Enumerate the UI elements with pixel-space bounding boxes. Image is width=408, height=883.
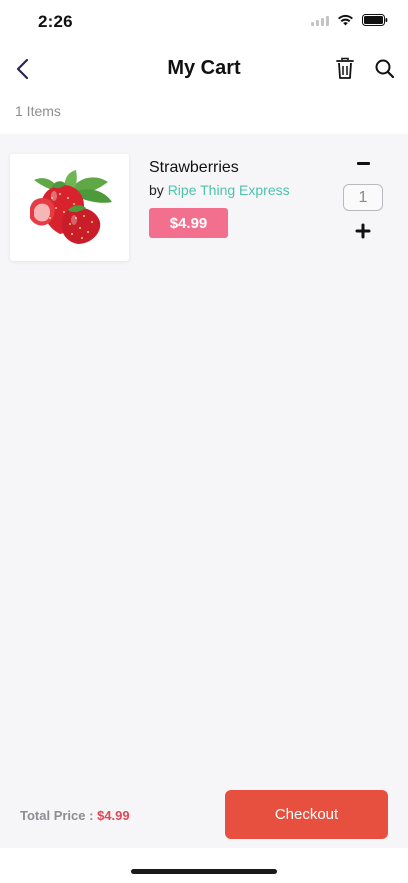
strawberries-image <box>29 169 112 244</box>
seller-by-label: by <box>149 182 164 198</box>
search-button[interactable] <box>374 58 396 80</box>
trash-icon <box>336 57 354 79</box>
status-icons <box>311 14 388 26</box>
home-indicator[interactable] <box>131 869 277 874</box>
price-badge: $4.99 <box>149 208 228 238</box>
cart-footer: Total Price : $4.99 Checkout <box>0 780 408 848</box>
total-price-label: Total Price : <box>20 808 94 823</box>
delete-button[interactable] <box>334 57 356 81</box>
product-seller: by Ripe Thing Express <box>149 182 290 198</box>
items-count: 1 Items <box>15 103 61 119</box>
status-bar: 2:26 <box>0 0 408 44</box>
plus-icon <box>355 223 371 239</box>
total-price-value: $4.99 <box>97 808 130 823</box>
checkout-button[interactable]: Checkout <box>225 790 388 839</box>
home-bar-area <box>0 848 408 883</box>
signal-icon <box>311 14 329 26</box>
battery-icon <box>362 14 388 26</box>
quantity-field[interactable]: 1 <box>343 184 383 211</box>
minus-icon <box>356 161 370 165</box>
decrease-quantity-button[interactable] <box>354 158 372 168</box>
seller-name[interactable]: Ripe Thing Express <box>168 182 290 198</box>
status-time: 2:26 <box>38 12 73 31</box>
search-icon <box>375 59 395 79</box>
nav-bar: My Cart <box>0 44 408 94</box>
total-price: Total Price : $4.99 <box>20 808 130 823</box>
items-count-bar: 1 Items <box>0 94 408 134</box>
product-image[interactable] <box>10 154 129 261</box>
wifi-icon <box>337 14 354 26</box>
product-name[interactable]: Strawberries <box>149 159 239 177</box>
increase-quantity-button[interactable] <box>354 222 372 240</box>
cart-item: Strawberries by Ripe Thing Express $4.99… <box>0 140 408 270</box>
